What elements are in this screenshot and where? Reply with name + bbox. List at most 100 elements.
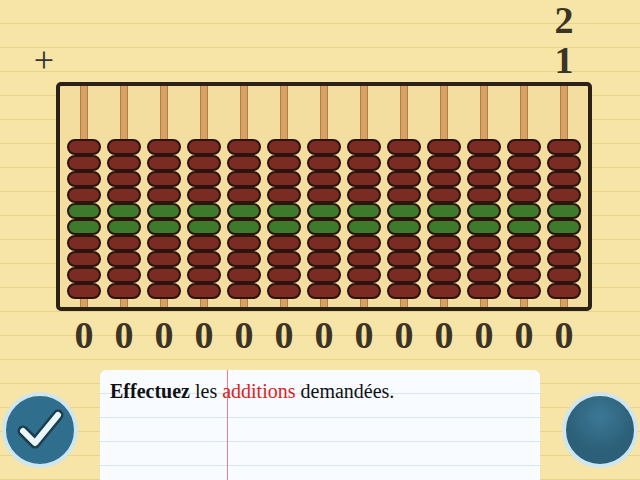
bead[interactable] xyxy=(67,283,101,299)
bead[interactable] xyxy=(547,283,581,299)
bead[interactable] xyxy=(467,219,501,235)
bead[interactable] xyxy=(467,203,501,219)
bead[interactable] xyxy=(547,139,581,155)
abacus-rod[interactable] xyxy=(384,86,424,308)
abacus-rod[interactable] xyxy=(424,86,464,308)
bead[interactable] xyxy=(227,283,261,299)
bead[interactable] xyxy=(387,187,421,203)
bead[interactable] xyxy=(267,203,301,219)
abacus-rod[interactable] xyxy=(64,86,104,308)
bead[interactable] xyxy=(547,251,581,267)
bead[interactable] xyxy=(307,171,341,187)
bead[interactable] xyxy=(227,203,261,219)
bead[interactable] xyxy=(547,235,581,251)
bead[interactable] xyxy=(147,267,181,283)
bead[interactable] xyxy=(467,187,501,203)
bead[interactable] xyxy=(307,267,341,283)
bead[interactable] xyxy=(507,171,541,187)
bead[interactable] xyxy=(427,251,461,267)
bead[interactable] xyxy=(387,219,421,235)
bead[interactable] xyxy=(387,139,421,155)
bead[interactable] xyxy=(547,267,581,283)
bead[interactable] xyxy=(187,187,221,203)
bead[interactable] xyxy=(467,139,501,155)
bead[interactable] xyxy=(67,187,101,203)
bead[interactable] xyxy=(267,171,301,187)
bead[interactable] xyxy=(187,171,221,187)
bead[interactable] xyxy=(427,203,461,219)
bead[interactable] xyxy=(467,171,501,187)
bead[interactable] xyxy=(187,139,221,155)
bead[interactable] xyxy=(187,251,221,267)
bead[interactable] xyxy=(347,139,381,155)
abacus-rod[interactable] xyxy=(144,86,184,308)
abacus-rod[interactable] xyxy=(504,86,544,308)
bead[interactable] xyxy=(467,267,501,283)
bead[interactable] xyxy=(107,139,141,155)
bead[interactable] xyxy=(467,235,501,251)
bead[interactable] xyxy=(147,139,181,155)
bead[interactable] xyxy=(147,155,181,171)
bead[interactable] xyxy=(507,187,541,203)
bead[interactable] xyxy=(147,203,181,219)
bead[interactable] xyxy=(187,203,221,219)
abacus-rod[interactable] xyxy=(224,86,264,308)
bead[interactable] xyxy=(147,171,181,187)
bead[interactable] xyxy=(147,283,181,299)
bead[interactable] xyxy=(387,155,421,171)
bead[interactable] xyxy=(147,251,181,267)
bead[interactable] xyxy=(187,267,221,283)
bead[interactable] xyxy=(547,155,581,171)
bead[interactable] xyxy=(507,203,541,219)
bead[interactable] xyxy=(507,267,541,283)
bead[interactable] xyxy=(307,155,341,171)
bead[interactable] xyxy=(187,235,221,251)
bead[interactable] xyxy=(107,155,141,171)
bead[interactable] xyxy=(107,187,141,203)
bead[interactable] xyxy=(387,267,421,283)
bead[interactable] xyxy=(187,283,221,299)
bead[interactable] xyxy=(347,251,381,267)
bead[interactable] xyxy=(227,187,261,203)
bead[interactable] xyxy=(187,155,221,171)
bead[interactable] xyxy=(507,235,541,251)
bead[interactable] xyxy=(147,219,181,235)
bead[interactable] xyxy=(427,187,461,203)
abacus-rod[interactable] xyxy=(304,86,344,308)
bead[interactable] xyxy=(67,251,101,267)
bead[interactable] xyxy=(427,171,461,187)
bead[interactable] xyxy=(347,203,381,219)
bead[interactable] xyxy=(187,219,221,235)
bead[interactable] xyxy=(267,155,301,171)
abacus-rod[interactable] xyxy=(104,86,144,308)
bead[interactable] xyxy=(507,155,541,171)
bead[interactable] xyxy=(307,187,341,203)
bead[interactable] xyxy=(427,267,461,283)
validate-button[interactable] xyxy=(2,392,78,468)
bead[interactable] xyxy=(227,155,261,171)
bead[interactable] xyxy=(267,251,301,267)
bead[interactable] xyxy=(307,235,341,251)
bead[interactable] xyxy=(107,171,141,187)
bead[interactable] xyxy=(147,235,181,251)
bead[interactable] xyxy=(347,187,381,203)
bead[interactable] xyxy=(107,283,141,299)
bead[interactable] xyxy=(67,219,101,235)
bead[interactable] xyxy=(267,187,301,203)
bead[interactable] xyxy=(427,235,461,251)
bead[interactable] xyxy=(467,283,501,299)
bead[interactable] xyxy=(347,155,381,171)
bead[interactable] xyxy=(227,267,261,283)
bead[interactable] xyxy=(387,171,421,187)
bead[interactable] xyxy=(267,235,301,251)
bead[interactable] xyxy=(507,219,541,235)
bead[interactable] xyxy=(507,283,541,299)
bead[interactable] xyxy=(307,139,341,155)
bead[interactable] xyxy=(107,251,141,267)
abacus-rod[interactable] xyxy=(464,86,504,308)
bead[interactable] xyxy=(387,203,421,219)
bead[interactable] xyxy=(547,219,581,235)
bead[interactable] xyxy=(267,283,301,299)
bead[interactable] xyxy=(307,283,341,299)
bead[interactable] xyxy=(67,155,101,171)
